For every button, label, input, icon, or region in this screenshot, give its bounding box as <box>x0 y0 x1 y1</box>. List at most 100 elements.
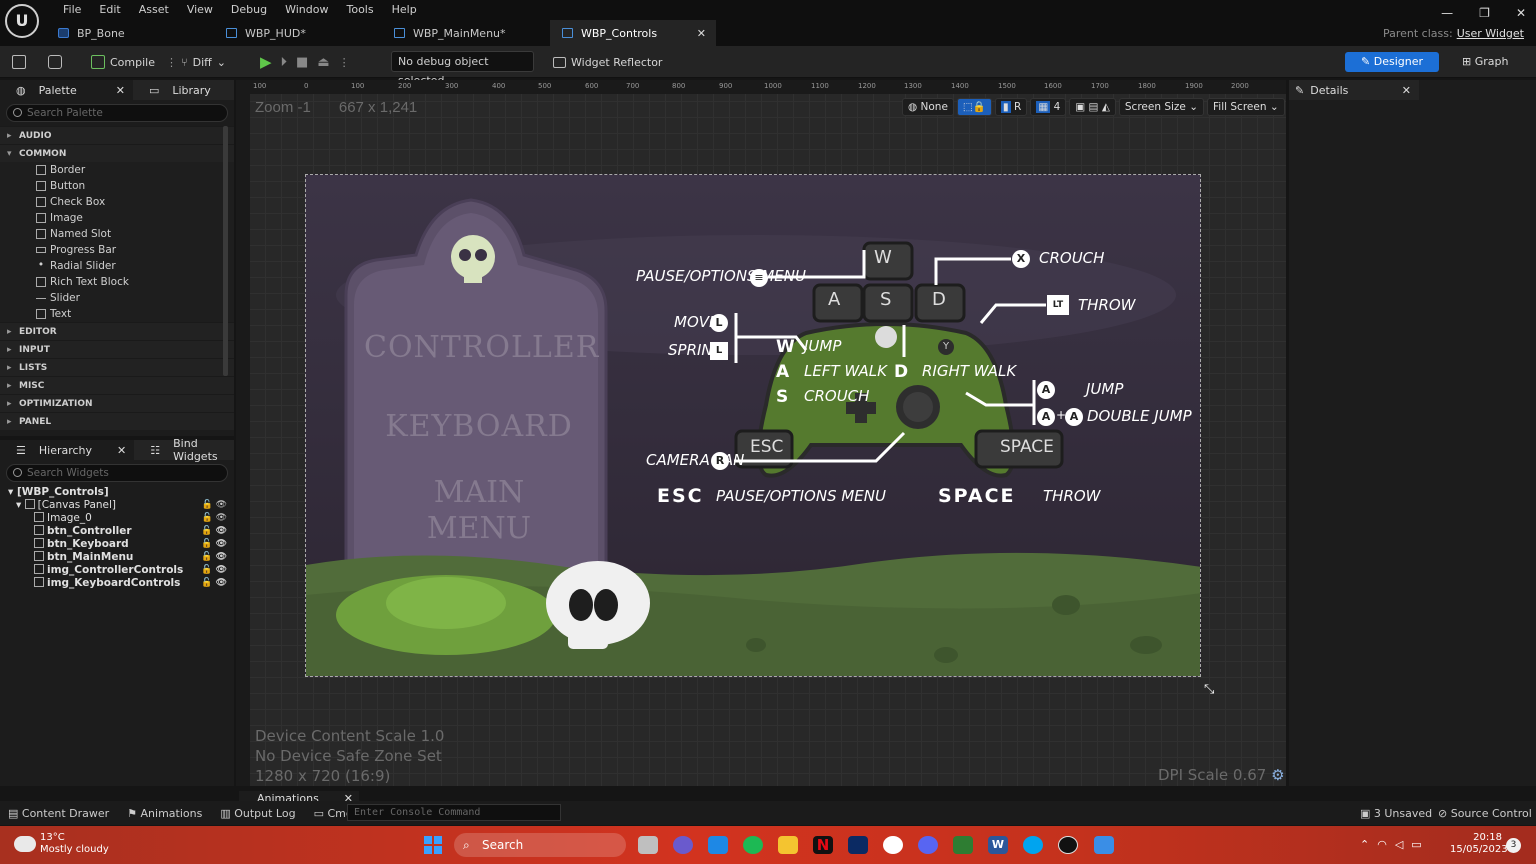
kebab-icon[interactable]: ⋮ <box>339 56 350 69</box>
preview-toggles[interactable]: ▣ ▤ ◭ <box>1069 98 1116 116</box>
lock-visibility-icons[interactable]: 🔓 👁 <box>201 564 227 577</box>
menu-tools[interactable]: Tools <box>337 2 382 18</box>
menu-edit[interactable]: Edit <box>90 2 129 18</box>
designer-button[interactable]: ✎ Designer <box>1345 52 1439 72</box>
resize-handle-icon[interactable]: ⤡ <box>1204 682 1214 697</box>
category-editor[interactable]: EDITOR <box>0 322 234 341</box>
weather-widget[interactable]: 13°C Mostly cloudy <box>40 832 109 856</box>
palette-item-named-slot[interactable]: Named Slot <box>0 226 234 242</box>
disney-plus-icon[interactable] <box>848 836 868 854</box>
system-tray-icons[interactable]: ⌃◠◁▭ <box>1360 838 1430 851</box>
tree-item-img-keyboard[interactable]: img_KeyboardControls 🔓 👁 <box>0 577 234 590</box>
animations-button[interactable]: ⚑ Animations <box>127 807 202 820</box>
diff-button[interactable]: ⑂ Diff ⌄ <box>181 52 226 72</box>
tree-item-btn-controller[interactable]: btn_Controller 🔓 👁 <box>0 525 234 538</box>
menu-asset[interactable]: Asset <box>130 2 178 18</box>
unsaved-button[interactable]: ▣ 3 Unsaved <box>1360 807 1432 820</box>
console-input[interactable]: Enter Console Command <box>347 804 561 821</box>
clock[interactable]: 20:18 15/05/2023 <box>1450 832 1508 856</box>
source-control-button[interactable]: ⊘ Source Control <box>1438 807 1532 820</box>
tab-hierarchy[interactable]: ☰ Hierarchy ✕ <box>0 440 135 460</box>
windows-start-icon[interactable] <box>424 836 442 854</box>
unreal-engine-icon[interactable] <box>1058 836 1078 854</box>
category-optimization[interactable]: OPTIMIZATION <box>0 394 234 413</box>
taskbar-search[interactable]: ⌕ Search <box>454 833 626 857</box>
browse-icon[interactable] <box>48 52 62 72</box>
kebab-icon[interactable]: ⋮ <box>166 56 177 69</box>
restore-icon[interactable]: ❐ <box>1479 6 1490 20</box>
tab-details[interactable]: ✎ Details ✕ <box>1289 80 1419 100</box>
lock-visibility-icons[interactable]: 🔓 👁 <box>201 577 227 590</box>
tree-item-btn-mainmenu[interactable]: btn_MainMenu 🔓 👁 <box>0 551 234 564</box>
category-panel[interactable]: PANEL <box>0 412 234 431</box>
tab-wbp-controls[interactable]: WBP_Controls ✕ <box>550 20 716 46</box>
output-log-button[interactable]: ▥ Output Log <box>220 807 295 820</box>
palette-item-border[interactable]: Border <box>0 162 234 178</box>
teams-icon[interactable] <box>673 836 693 854</box>
photos-icon[interactable] <box>953 836 973 854</box>
cortana-icon[interactable] <box>1023 836 1043 854</box>
tab-library[interactable]: ▭ Library <box>133 80 219 100</box>
close-tab-icon[interactable]: ✕ <box>697 27 706 40</box>
close-icon[interactable]: ✕ <box>116 80 125 100</box>
close-icon[interactable]: ✕ <box>117 440 126 460</box>
main-menu-button[interactable]: MAIN MENU <box>364 475 594 547</box>
menu-window[interactable]: Window <box>276 2 337 18</box>
lock-visibility-icons[interactable]: 🔓 👁 <box>202 499 228 512</box>
menu-debug[interactable]: Debug <box>222 2 276 18</box>
category-lists[interactable]: LISTS <box>0 358 234 377</box>
notification-badge[interactable]: 3 <box>1506 838 1521 853</box>
tab-wbp-mainmenu[interactable]: WBP_MainMenu* <box>382 20 550 46</box>
category-common[interactable]: COMMON <box>0 144 234 163</box>
stop-icon[interactable]: ■ <box>296 55 308 70</box>
category-misc[interactable]: MISC <box>0 376 234 395</box>
file-explorer-icon[interactable] <box>778 836 798 854</box>
category-input[interactable]: INPUT <box>0 340 234 359</box>
tab-wbp-hud[interactable]: WBP_HUD* <box>214 20 382 46</box>
palette-item-button[interactable]: Button <box>0 178 234 194</box>
respect-locks-toggle[interactable]: ▮ R <box>994 98 1028 116</box>
tree-item-img-controller[interactable]: img_ControllerControls 🔓 👁 <box>0 564 234 577</box>
palette-scrollbar[interactable] <box>223 126 228 376</box>
task-view-icon[interactable] <box>638 836 658 854</box>
discord-icon[interactable] <box>918 836 938 854</box>
word-icon[interactable]: W <box>988 836 1008 854</box>
screen-size-dropdown[interactable]: Screen Size ⌄ <box>1118 98 1205 116</box>
menu-file[interactable]: File <box>54 2 90 18</box>
palette-item-check-box[interactable]: Check Box <box>0 194 234 210</box>
close-window-icon[interactable]: ✕ <box>1516 6 1526 20</box>
controller-button[interactable]: CONTROLLER <box>364 330 598 365</box>
step-icon[interactable]: ⏵ <box>281 55 288 70</box>
tree-root[interactable]: ▾ [WBP_Controls] <box>0 486 234 499</box>
save-icon[interactable] <box>12 52 26 72</box>
lock-toggle[interactable]: ⬚🔒 <box>956 98 992 116</box>
netflix-icon[interactable]: N <box>813 836 833 854</box>
fill-screen-dropdown[interactable]: Fill Screen ⌄ <box>1207 98 1285 116</box>
gear-icon[interactable]: ⚙ <box>1271 766 1284 784</box>
palette-item-text[interactable]: Text <box>0 306 234 322</box>
content-drawer-button[interactable]: ▤ Content Drawer <box>8 807 109 820</box>
palette-item-radial-slider[interactable]: • Radial Slider <box>0 258 234 274</box>
mail-icon[interactable] <box>708 836 728 854</box>
weather-cloud-icon[interactable] <box>14 836 36 852</box>
tree-canvas-panel[interactable]: ▾ [Canvas Panel] 🔓 👁 <box>0 499 234 512</box>
tab-palette[interactable]: ◍ Palette ✕ <box>0 80 133 100</box>
lock-visibility-icons[interactable]: 🔓 👁 <box>201 551 227 564</box>
close-icon[interactable]: ✕ <box>1402 84 1411 97</box>
category-audio[interactable]: AUDIO <box>0 126 234 145</box>
tree-item-btn-keyboard[interactable]: btn_Keyboard 🔓 👁 <box>0 538 234 551</box>
widget-design-canvas[interactable]: CONTROLLER KEYBOARD MAIN MENU PAUSE/OPTI… <box>305 174 1201 677</box>
google-chrome-icon[interactable] <box>883 836 903 854</box>
play-icon[interactable]: ▶ <box>260 53 272 71</box>
tab-bp-bone[interactable]: BP_Bone <box>46 20 214 46</box>
lock-visibility-icons[interactable]: 🔓 👁 <box>202 512 228 525</box>
unreal-logo-icon[interactable]: U <box>5 4 39 38</box>
compile-button[interactable]: Compile ⋮ <box>91 52 177 72</box>
app-icon[interactable] <box>1094 836 1114 854</box>
parent-class-link[interactable]: User Widget <box>1457 27 1524 40</box>
palette-item-rich-text-block[interactable]: Rich Text Block <box>0 274 234 290</box>
hierarchy-search-input[interactable]: Search Widgets <box>6 464 228 482</box>
debug-object-select[interactable]: No debug object selected ⌄ <box>391 51 534 87</box>
grid-snap-toggle[interactable]: ▦ 4 <box>1030 98 1067 116</box>
tab-bind-widgets[interactable]: ☷ Bind Widgets <box>134 437 234 463</box>
